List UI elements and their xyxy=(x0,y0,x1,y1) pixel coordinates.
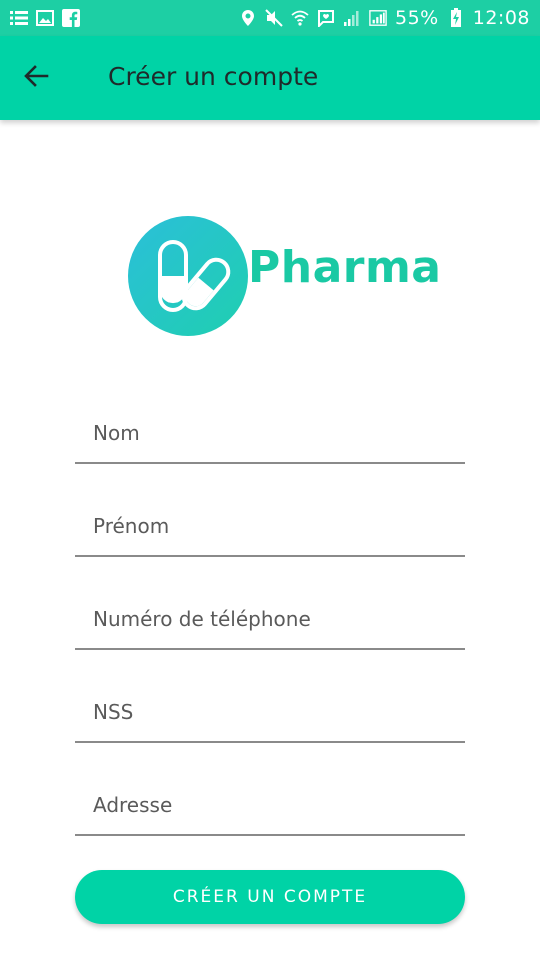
arrow-back-icon xyxy=(23,63,49,93)
image-icon xyxy=(36,9,54,27)
firstname-field xyxy=(75,497,465,557)
phone-field xyxy=(75,590,465,650)
wifi-icon xyxy=(291,9,309,27)
status-bar-left xyxy=(10,9,80,27)
logo-text: Pharma xyxy=(248,242,442,293)
status-time: 12:08 xyxy=(472,7,530,29)
status-bar-right: 55% 12:08 xyxy=(239,7,530,29)
name-field xyxy=(75,404,465,464)
app-bar: Créer un compte xyxy=(0,36,540,120)
firstname-input[interactable] xyxy=(93,509,453,543)
location-icon xyxy=(239,9,257,27)
list-icon xyxy=(10,9,28,27)
page-title: Créer un compte xyxy=(108,62,319,91)
message-icon xyxy=(317,9,335,27)
back-button[interactable] xyxy=(14,56,58,100)
address-input[interactable] xyxy=(93,788,453,822)
phone-input[interactable] xyxy=(93,602,453,636)
name-input[interactable] xyxy=(93,416,453,450)
facebook-icon xyxy=(62,9,80,27)
nss-input[interactable] xyxy=(93,695,453,729)
signal-icon xyxy=(343,9,361,27)
logo-circle xyxy=(128,216,248,336)
signal-icon xyxy=(369,9,387,27)
app-logo: Pharma xyxy=(128,214,441,338)
status-bar: 55% 12:08 xyxy=(0,0,540,36)
nss-field xyxy=(75,683,465,743)
create-account-button[interactable]: CRÉER UN COMPTE xyxy=(75,870,465,924)
battery-percent: 55% xyxy=(395,7,439,29)
mute-icon xyxy=(265,9,283,27)
address-field xyxy=(75,776,465,836)
battery-icon xyxy=(447,8,465,27)
